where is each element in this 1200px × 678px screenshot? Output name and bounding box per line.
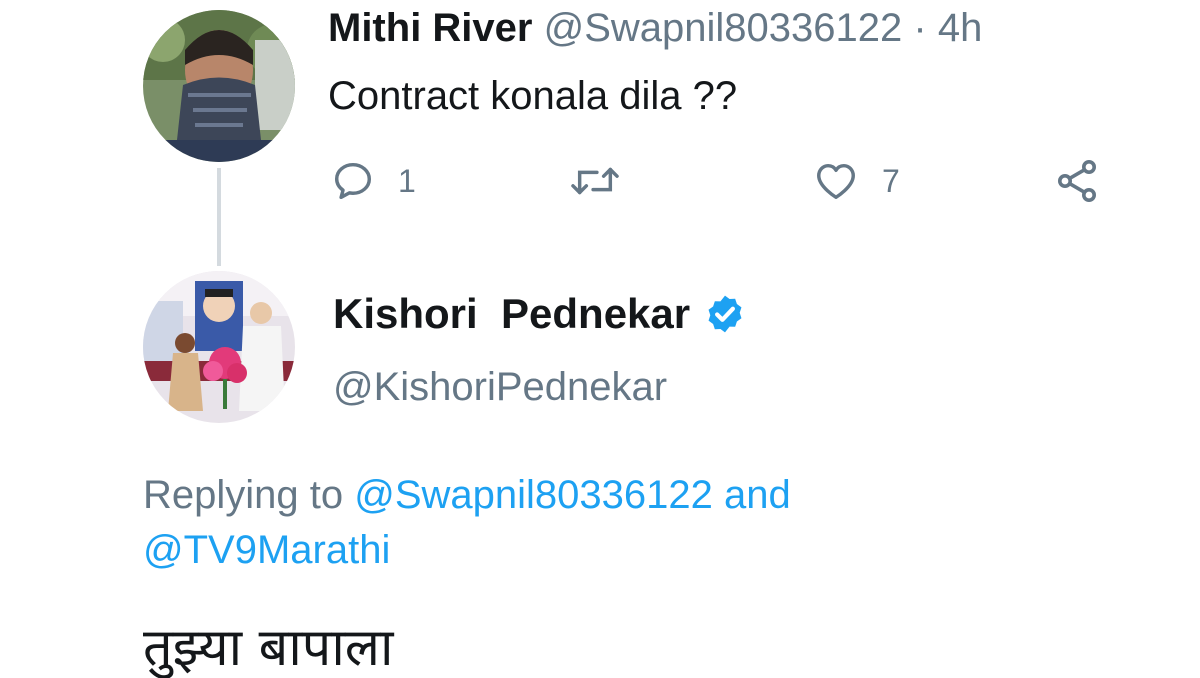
tweet-time[interactable]: 4h — [938, 6, 983, 50]
tweet-text: तुझ्या बापाला — [143, 618, 394, 678]
share-button[interactable] — [1053, 157, 1101, 205]
author-name-row: Kishori Pednekar — [333, 290, 746, 338]
kishori-pednekar-avatar[interactable] — [143, 271, 295, 423]
separator-dot: · — [913, 6, 927, 50]
thread-connector — [217, 168, 221, 266]
author-handle[interactable]: @KishoriPednekar — [333, 365, 667, 410]
tweet-text: Contract konala dila ?? — [328, 74, 738, 118]
like-count: 7 — [882, 162, 900, 199]
tweet-header: Mithi River @Swapnil80336122 · 4h — [328, 6, 982, 51]
replying-prefix: Replying to — [143, 473, 344, 517]
retweet-icon — [571, 167, 619, 195]
replying-to-line: Replying to @Swapnil80336122 and @TV9Mar… — [143, 468, 1143, 578]
mithi-river-avatar[interactable] — [143, 10, 295, 162]
author-handle[interactable]: @Swapnil80336122 — [544, 6, 903, 50]
reply-icon — [334, 162, 372, 200]
verified-badge-icon — [708, 295, 742, 333]
retweet-button[interactable] — [568, 157, 622, 205]
share-icon — [1058, 160, 1096, 202]
mention-link-tv9marathi[interactable]: @TV9Marathi — [143, 528, 390, 572]
replying-and[interactable]: and — [724, 473, 791, 517]
reply-button[interactable]: 1 — [330, 157, 416, 205]
heart-icon — [817, 163, 855, 200]
reply-count: 1 — [398, 162, 416, 199]
author-name[interactable]: Kishori Pednekar — [333, 290, 690, 338]
avatar-photo — [143, 271, 295, 423]
avatar-photo — [143, 10, 295, 162]
like-button[interactable]: 7 — [812, 157, 900, 205]
author-name[interactable]: Mithi River — [328, 6, 532, 50]
mention-link-swapnil[interactable]: @Swapnil80336122 — [354, 473, 713, 517]
